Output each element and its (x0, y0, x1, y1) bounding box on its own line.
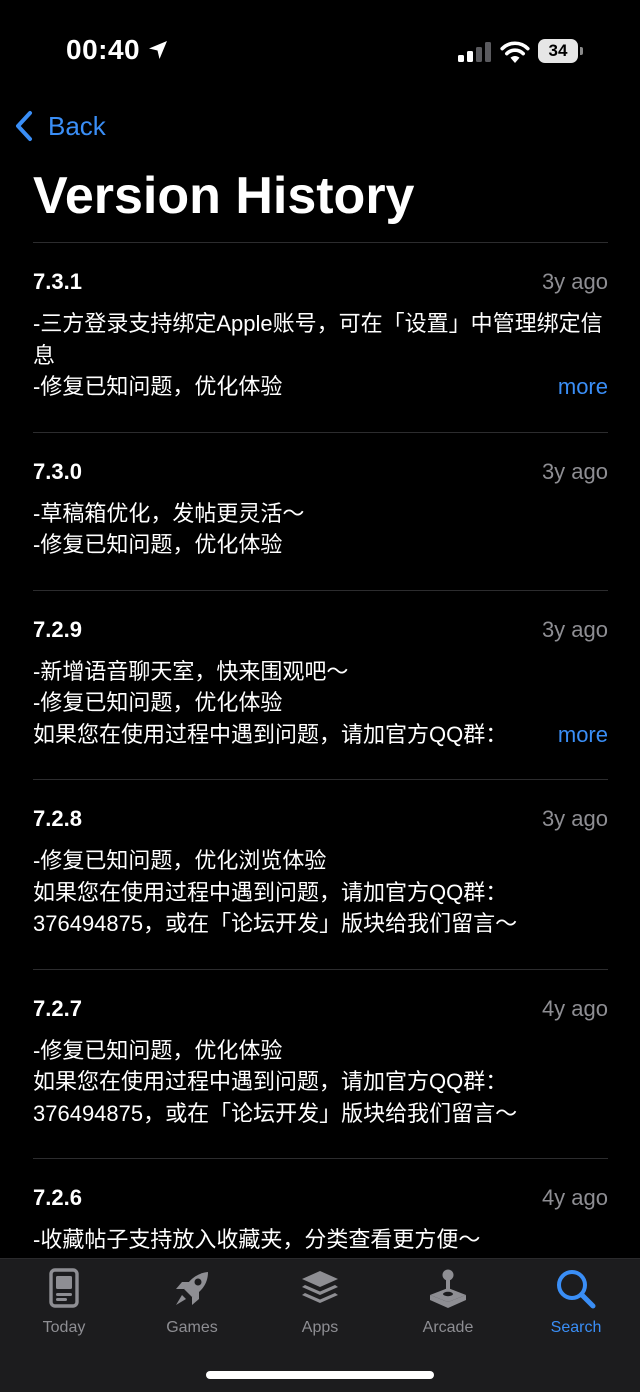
back-label: Back (48, 110, 106, 141)
release-notes: -收藏帖子支持放入收藏夹，分类查看更方便～ (33, 1224, 608, 1256)
release-age: 4y ago (541, 995, 608, 1021)
entry-header: 7.2.8 3y ago (33, 806, 608, 836)
today-icon (49, 1268, 79, 1308)
release-note-line: -三方登录支持绑定Apple账号，可在「设置」中管理绑定信息 (33, 311, 603, 368)
status-bar: 00:40 34 (0, 0, 640, 100)
release-notes: -修复已知问题，优化体验如果您在使用过程中遇到问题，请加官方QQ群： 376494… (33, 1035, 608, 1130)
entry-header: 7.3.1 3y ago (33, 269, 608, 299)
entry-header: 7.2.7 4y ago (33, 996, 608, 1026)
release-notes: -修复已知问题，优化浏览体验如果您在使用过程中遇到问题，请加官方QQ群： 3764… (33, 845, 608, 940)
tab-label: Arcade (422, 1319, 474, 1336)
release-age: 3y ago (541, 616, 608, 642)
status-time: 00:40 (66, 34, 141, 65)
release-note-line: 376494875，或在「论坛开发」版块给我们留言～ (33, 911, 518, 936)
rocket-icon (176, 1272, 208, 1305)
version-number: 7.3.0 (33, 458, 82, 484)
entry-header: 7.2.9 3y ago (33, 617, 608, 647)
release-note-line: 如果您在使用过程中遇到问题，请加官方QQ群： (33, 879, 508, 905)
release-note-line: -收藏帖子支持放入收藏夹，分类查看更方便～ (33, 1227, 481, 1252)
home-indicator[interactable] (206, 1371, 434, 1379)
version-number: 7.2.7 (33, 995, 82, 1021)
version-entry: 7.2.9 3y ago -新增语音聊天室，快来围观吧～ -修复已知问题，优化体验 如果… (33, 591, 608, 780)
release-notes: -新增语音聊天室，快来围观吧～ -修复已知问题，优化体验 如果您在使用过程中遇到问题… (33, 656, 608, 750)
version-entry: 7.3.0 3y ago -草稿箱优化，发帖更灵活～ -修复已知问题，优化体验 (33, 433, 608, 591)
more-link[interactable]: more (505, 371, 608, 403)
cellular-signal-icon (458, 42, 491, 62)
chevron-left-icon (16, 111, 32, 141)
tab-label: Apps (301, 1319, 339, 1336)
location-arrow-icon (149, 41, 167, 59)
release-age: 3y ago (541, 458, 608, 484)
version-number: 7.2.6 (33, 1185, 82, 1210)
version-entry: 7.2.8 3y ago -修复已知问题，优化浏览体验如果您在使用过程中遇到问题，请… (33, 780, 608, 970)
release-note-line: 如果您在使用过程中遇到问题，请加官方QQ群： (33, 1069, 508, 1094)
release-age: 4y ago (541, 1185, 608, 1210)
release-age: 3y ago (541, 269, 608, 294)
release-age: 3y ago (541, 806, 608, 831)
tab-label: Games (166, 1319, 218, 1336)
entry-header: 7.3.0 3y ago (33, 459, 608, 489)
tab-label: Search (550, 1319, 602, 1336)
entry-header: 7.2.6 4y ago (33, 1185, 608, 1215)
battery-indicator: 34 (538, 39, 584, 63)
back-button[interactable]: Back (14, 106, 106, 146)
wifi-icon (500, 41, 530, 63)
tab-apps[interactable]: Apps (256, 1267, 384, 1337)
joystick-icon (430, 1269, 466, 1308)
release-note-line: -修复已知问题，优化体验 (33, 532, 283, 557)
tab-games[interactable]: Games (128, 1267, 256, 1337)
battery-cap (580, 47, 583, 55)
tab-arcade[interactable]: Arcade (384, 1267, 512, 1337)
battery-level: 34 (538, 39, 578, 63)
version-list: 7.3.1 3y ago -三方登录支持绑定Apple账号，可在「设置」中管理绑定信… (33, 243, 608, 1286)
release-notes: -三方登录支持绑定Apple账号，可在「设置」中管理绑定信息 -修复已知问题，优化… (33, 308, 608, 403)
version-number: 7.2.8 (33, 806, 82, 831)
version-number: 7.2.9 (33, 616, 82, 642)
version-entry: 7.3.1 3y ago -三方登录支持绑定Apple账号，可在「设置」中管理绑定信… (33, 243, 608, 433)
version-number: 7.3.1 (33, 269, 82, 294)
release-note-line: -修复已知问题，优化浏览体验 (33, 848, 327, 873)
tab-label: Today (42, 1319, 86, 1336)
release-note-line: -修复已知问题，优化体验 (33, 690, 283, 715)
release-note-line: -草稿箱优化，发帖更灵活～ (33, 500, 305, 526)
release-note-line: -修复已知问题，优化体验 (33, 1037, 283, 1063)
release-note-line: -新增语音聊天室，快来围观吧～ (33, 658, 349, 684)
version-entry: 7.2.7 4y ago -修复已知问题，优化体验如果您在使用过程中遇到问题，请加官… (33, 970, 608, 1159)
more-link[interactable]: more (505, 718, 608, 750)
tab-today[interactable]: Today (0, 1267, 128, 1337)
apps-stack-icon (302, 1271, 338, 1303)
search-icon (557, 1270, 596, 1309)
release-note-line: 376494875，或在「论坛开发」版块给我们留言～ (33, 1100, 518, 1126)
tab-search[interactable]: Search (512, 1267, 640, 1337)
page-title: Version History (33, 167, 415, 225)
release-notes: -草稿箱优化，发帖更灵活～ -修复已知问题，优化体验 (33, 498, 608, 561)
